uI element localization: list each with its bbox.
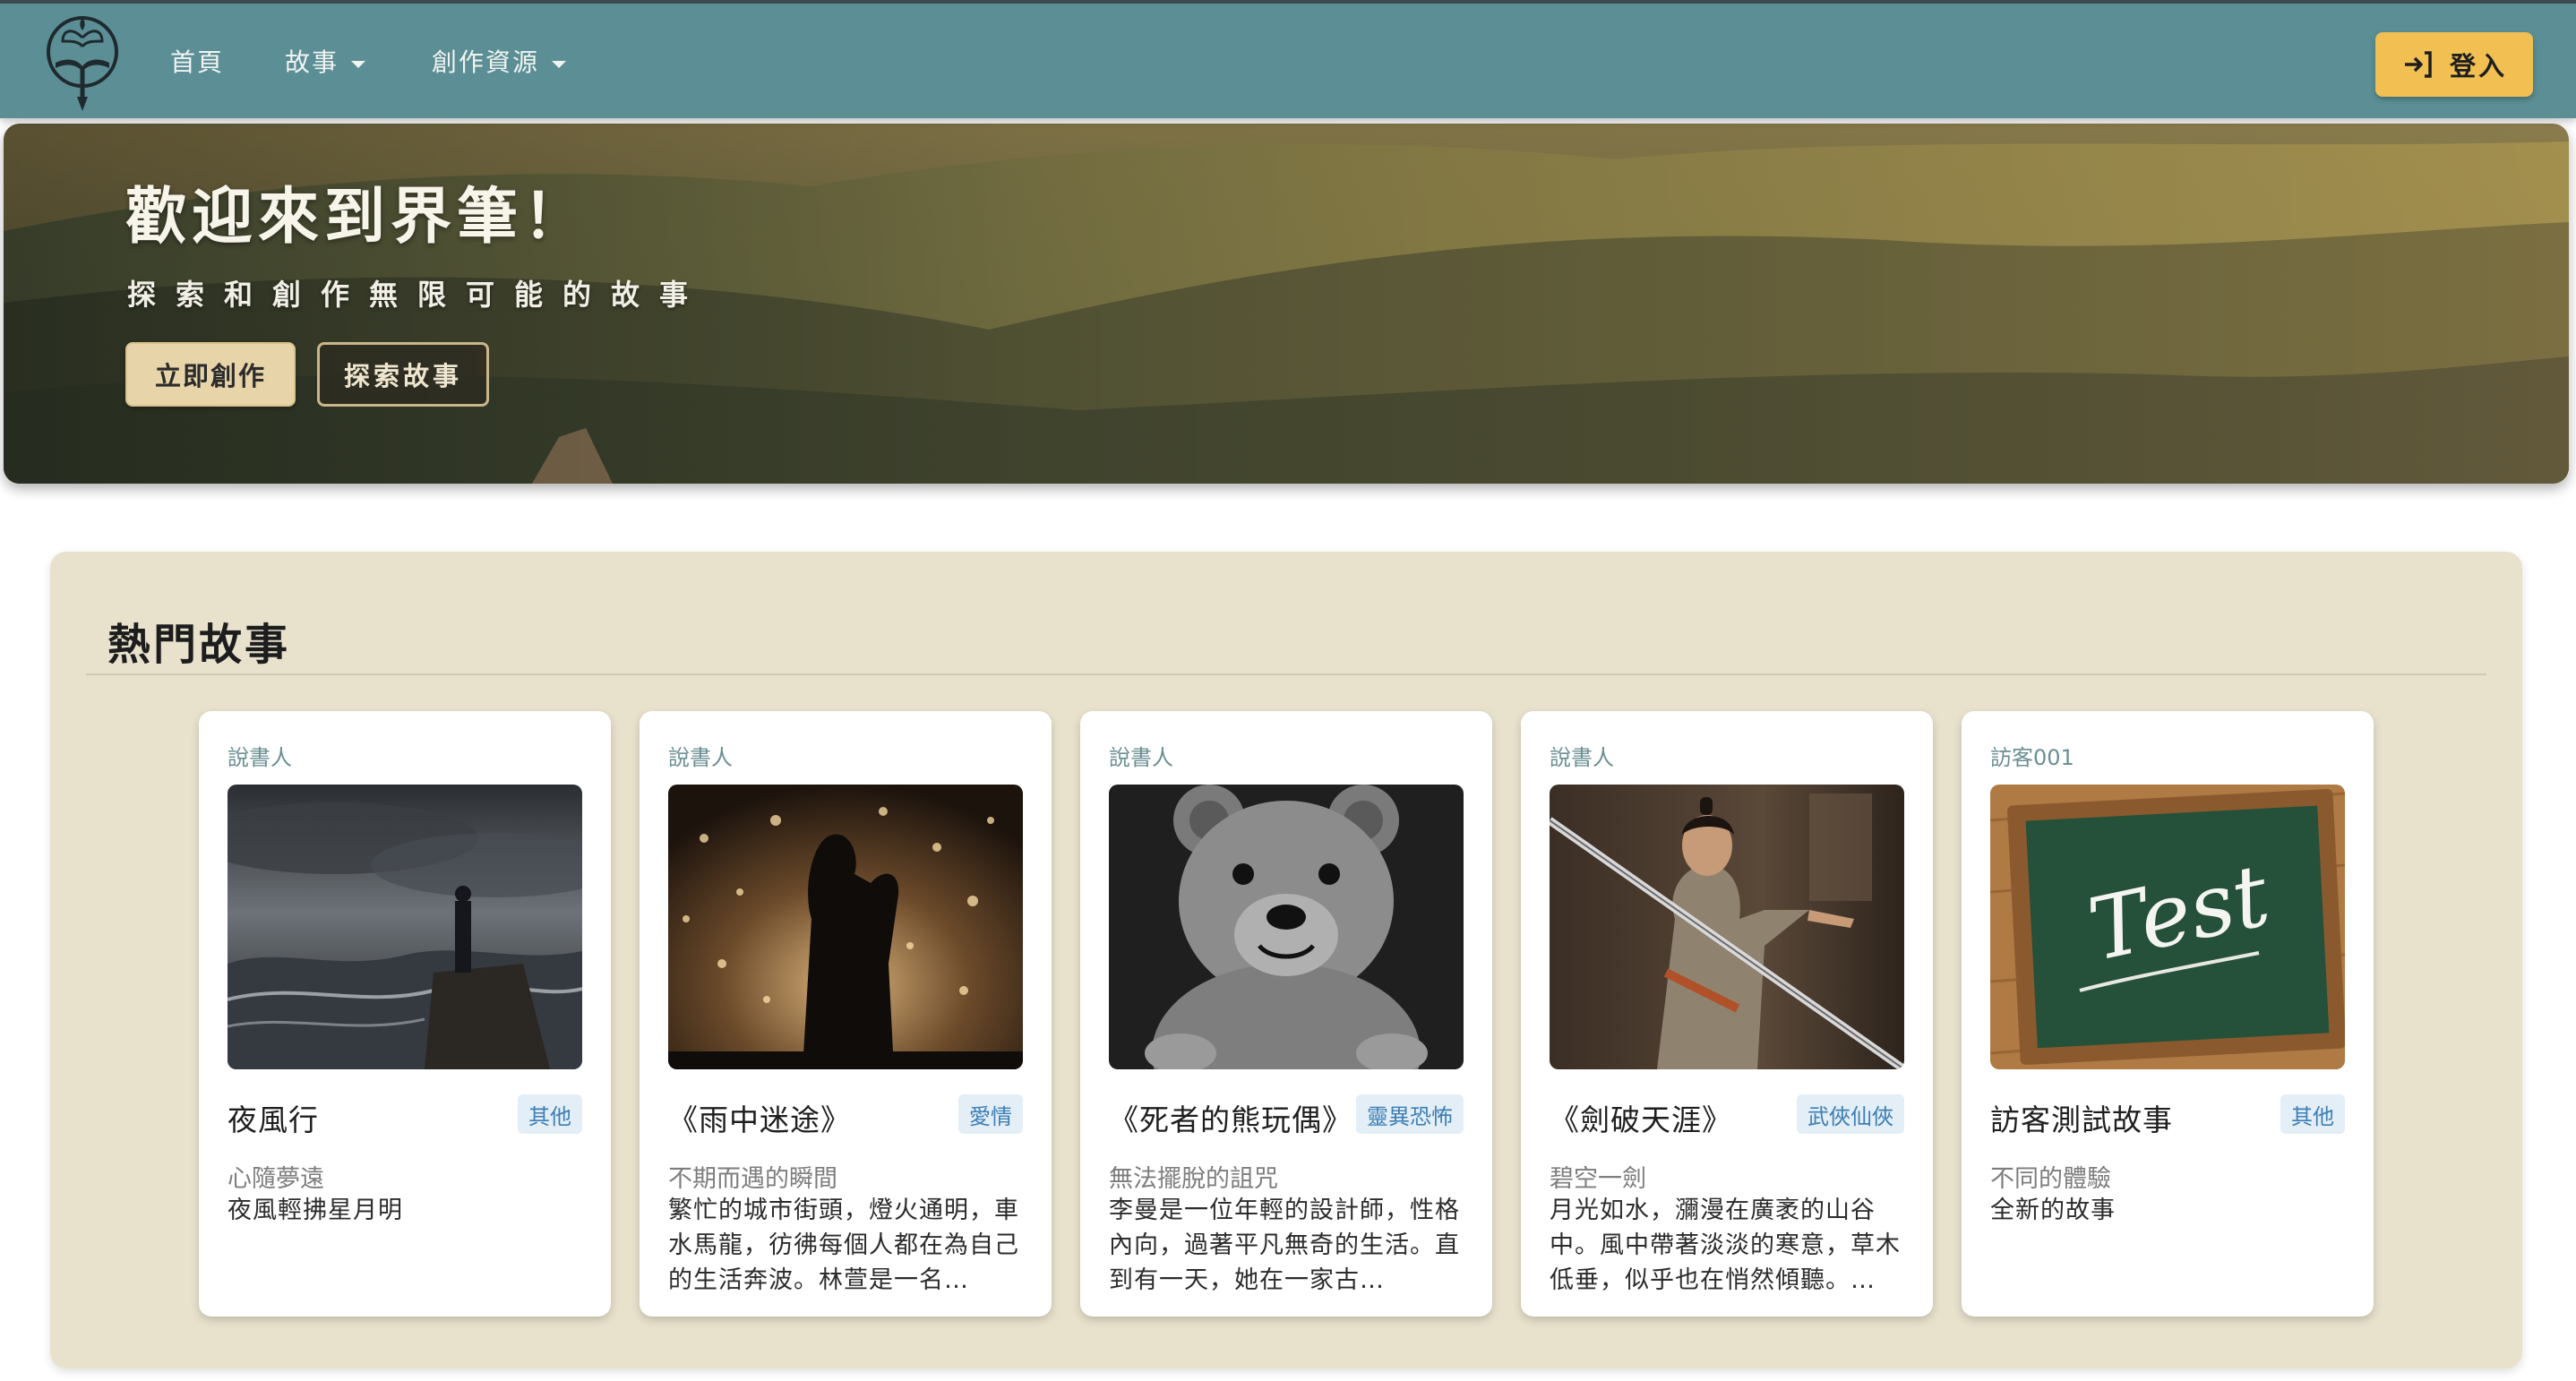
popular-stories-section: 熱門故事 說書人 夜風行 其他 心隨夢遠 夜風輕拂星月明 說書人 《雨中迷途》 … <box>50 552 2522 1368</box>
story-title: 《劍破天涯》 <box>1550 1102 1732 1137</box>
genre-tag[interactable]: 愛情 <box>958 1094 1023 1134</box>
story-card[interactable]: 說書人 《死者的熊玩偶》 靈異恐怖 無法擺脫的詛咒 李曼是一位年輕的設計師，性格… <box>1080 711 1492 1317</box>
story-title: 《雨中迷途》 <box>668 1102 851 1137</box>
story-description: 月光如水，瀰漫在廣袤的山谷中。風中帶著淡淡的寒意，草木低垂，似乎也在悄然傾聽。… <box>1550 1197 1901 1294</box>
story-card[interactable]: 說書人 夜風行 其他 心隨夢遠 夜風輕拂星月明 <box>199 711 611 1317</box>
story-cover-image: Test <box>1990 785 2345 1069</box>
story-title: 《死者的熊玩偶》 <box>1109 1102 1352 1137</box>
story-subtitle: 無法擺脫的詛咒 <box>1109 1165 1278 1193</box>
story-description: 李曼是一位年輕的設計師，性格內向，過著平凡無奇的生活。直到有一天，她在一家古… <box>1109 1197 1460 1294</box>
caret-down-icon <box>552 61 567 68</box>
create-now-button[interactable]: 立即創作 <box>125 342 296 407</box>
login-label: 登入 <box>2449 51 2507 81</box>
hero-subtitle: 探索和創作無限可能的故事 <box>127 278 708 312</box>
hero-banner: 歡迎來到界筆！ 探索和創作無限可能的故事 立即創作 探索故事 <box>4 124 2569 484</box>
genre-tag[interactable]: 武俠仙俠 <box>1797 1094 1904 1134</box>
genre-tag[interactable]: 靈異恐怖 <box>1356 1094 1464 1134</box>
caret-down-icon <box>351 61 366 68</box>
story-description: 全新的故事 <box>1990 1197 2116 1224</box>
nav-stories-dropdown[interactable]: 故事 <box>285 43 366 82</box>
story-title: 訪客測試故事 <box>1990 1102 2173 1137</box>
story-cover-image <box>1109 785 1464 1069</box>
genre-tag[interactable]: 其他 <box>518 1094 582 1134</box>
story-card[interactable]: 說書人 《雨中迷途》 愛情 不期而遇的瞬間 繁忙的城市街頭，燈火通明，車水馬龍，… <box>640 711 1052 1317</box>
sign-in-icon <box>2404 51 2432 78</box>
section-divider <box>86 673 2486 675</box>
stormy-sea-image <box>228 785 582 1069</box>
story-cover-image <box>668 785 1023 1069</box>
nav-resources-dropdown[interactable]: 創作資源 <box>432 43 567 82</box>
story-description: 繁忙的城市街頭，燈火通明，車水馬龍，彷彿每個人都在為自己的生活奔波。林萱是一名… <box>668 1197 1019 1294</box>
top-navbar: 首頁 故事 創作資源 登入 <box>0 0 2576 118</box>
story-author: 說書人 <box>1550 745 1614 770</box>
nav-home-link[interactable]: 首頁 <box>170 43 224 82</box>
section-title: 熱門故事 <box>107 620 291 670</box>
story-cover-image <box>1550 785 1904 1069</box>
login-button[interactable]: 登入 <box>2375 32 2533 97</box>
genre-tag[interactable]: 其他 <box>2280 1094 2345 1134</box>
story-author: 說書人 <box>1109 745 1173 770</box>
nav-home-label: 首頁 <box>170 47 225 77</box>
story-description: 夜風輕拂星月明 <box>228 1197 403 1224</box>
story-card[interactable]: 訪客001 Test 訪客測試故事 其他 不同的體驗 全新的故事 <box>1962 711 2374 1317</box>
nav-stories-label: 故事 <box>285 47 339 77</box>
swordsman-image <box>1550 785 1904 1069</box>
quill-book-logo-icon <box>47 16 118 111</box>
hero-title: 歡迎來到界筆！ <box>125 182 590 253</box>
story-subtitle: 碧空一劍 <box>1550 1165 1646 1193</box>
nav-resources-label: 創作資源 <box>432 47 540 77</box>
story-author: 說書人 <box>668 745 733 770</box>
explore-stories-button[interactable]: 探索故事 <box>317 342 489 407</box>
chalkboard-test-image: Test <box>1990 785 2345 1069</box>
story-subtitle: 不同的體驗 <box>1990 1165 2111 1193</box>
story-title: 夜風行 <box>228 1102 319 1137</box>
story-author: 訪客001 <box>1990 745 2074 770</box>
story-subtitle: 心隨夢遠 <box>228 1165 324 1193</box>
couple-bokeh-image <box>668 785 1023 1069</box>
story-subtitle: 不期而遇的瞬間 <box>668 1165 837 1193</box>
story-card[interactable]: 說書人 《劍破天涯》 武俠仙俠 碧空一劍 月光如水，瀰漫在廣袤的山谷中。風中帶著… <box>1521 711 1933 1317</box>
teddy-bear-image <box>1109 785 1464 1069</box>
site-logo[interactable] <box>41 11 124 115</box>
story-author: 說書人 <box>228 745 292 770</box>
story-cover-image <box>228 785 582 1069</box>
